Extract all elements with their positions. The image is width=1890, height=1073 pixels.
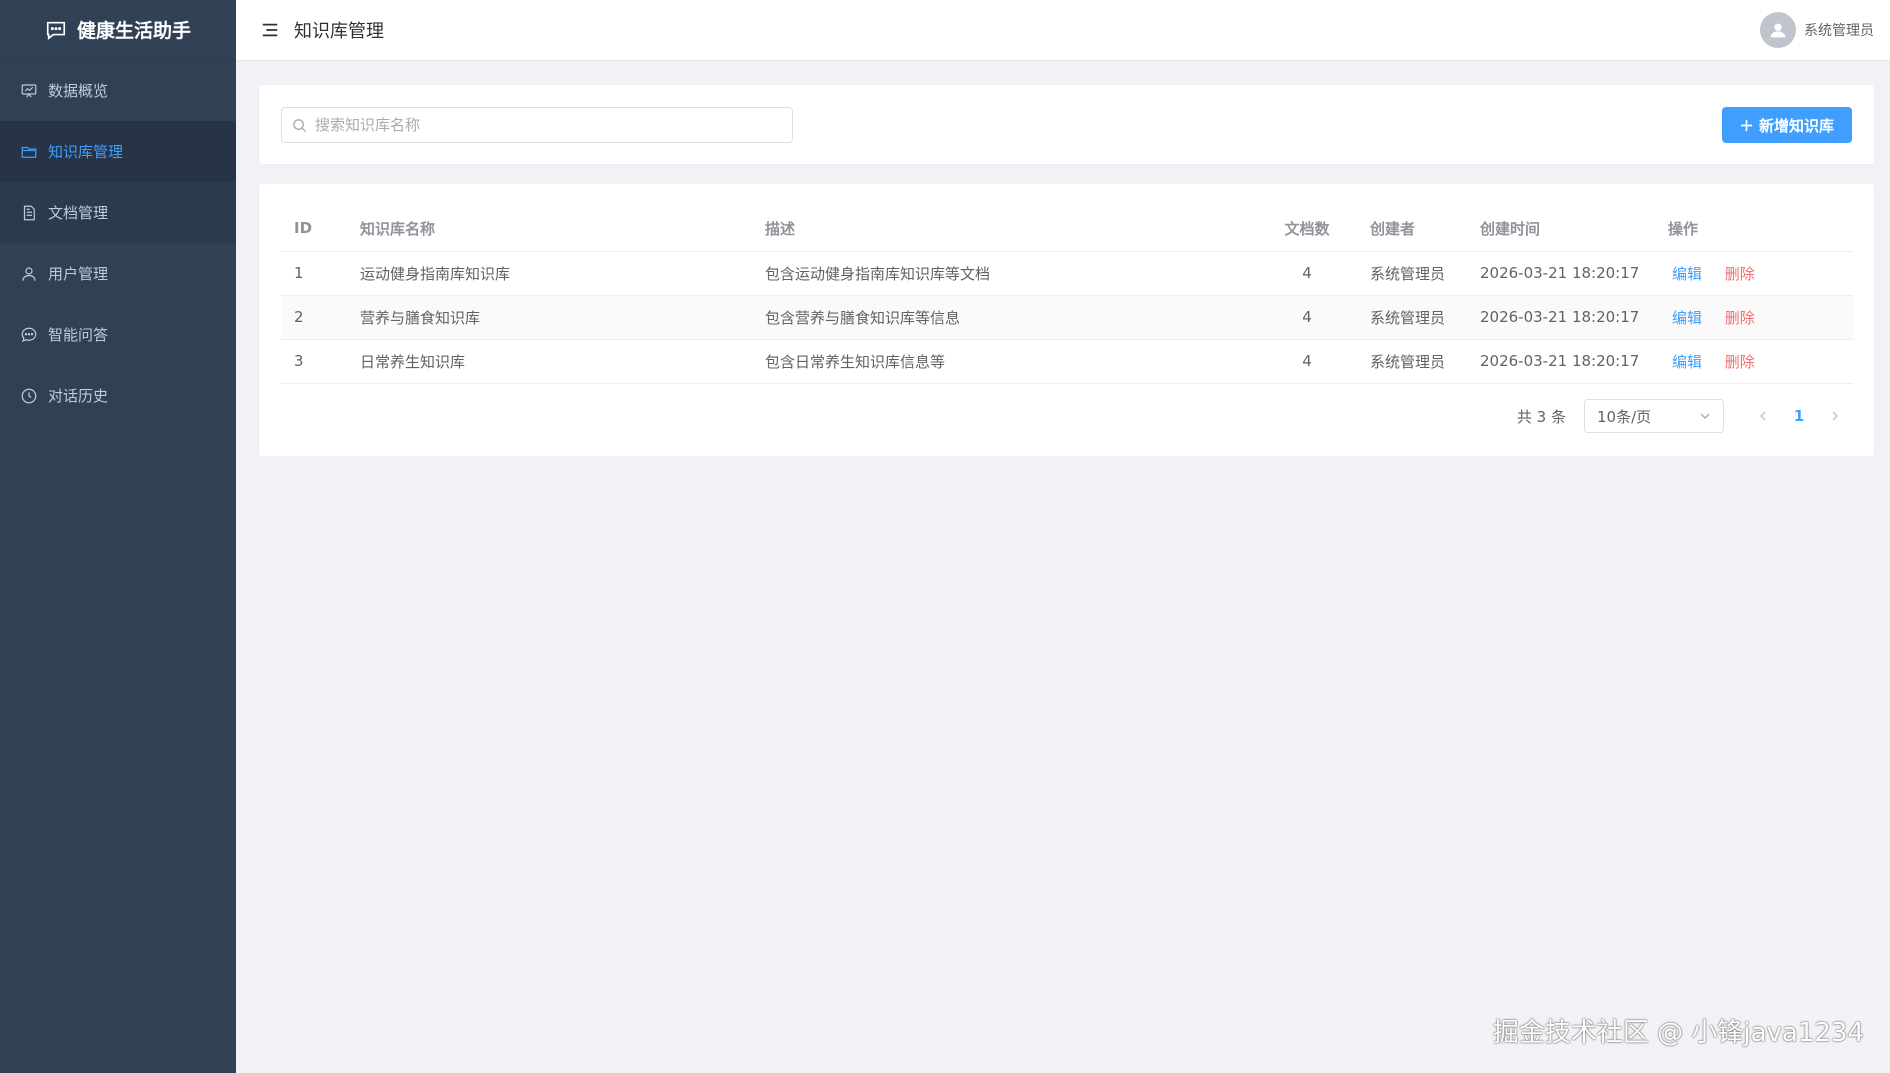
brand: 健康生活助手 <box>0 0 236 60</box>
table-row: 3 日常养生知识库 包含日常养生知识库信息等 4 系统管理员 2026-03-2… <box>281 339 1853 384</box>
column-header: 描述 <box>752 206 1257 252</box>
delete-button[interactable]: 删除 <box>1725 309 1755 327</box>
user-icon <box>22 266 36 281</box>
add-knowledge-base-button[interactable]: 新增知识库 <box>1721 107 1852 143</box>
edit-button[interactable]: 编辑 <box>1672 353 1702 371</box>
sidebar-item-dashboard[interactable]: 数据概览 <box>0 60 236 121</box>
sidebar-item-label: 用户管理 <box>48 265 109 283</box>
sidebar-menu: 数据概览 知识库管理 文档管理 用户管理 智能问答 对话历史 <box>0 60 236 426</box>
monitor-chart-icon <box>21 83 37 97</box>
chat-icon <box>21 327 37 342</box>
search-input[interactable] <box>315 116 775 134</box>
column-header: 文档数 <box>1257 206 1357 252</box>
search-box[interactable] <box>281 107 793 143</box>
cell-id: 2 <box>281 295 347 340</box>
column-header: 操作 <box>1655 206 1853 252</box>
add-button-label: 新增知识库 <box>1758 116 1834 135</box>
cell-name: 运动健身指南库知识库 <box>347 251 752 296</box>
sidebar-item-documents[interactable]: 文档管理 <box>0 182 236 243</box>
watermark: 掘金技术社区 @ 小锋java1234 <box>1492 1018 1864 1048</box>
search-card: 新增知识库 <box>258 84 1875 165</box>
cell-creator: 系统管理员 <box>1357 251 1467 296</box>
sidebar-item-label: 文档管理 <box>48 204 109 222</box>
cell-creator: 系统管理员 <box>1357 339 1467 384</box>
cell-actions: 编辑 删除 <box>1655 295 1853 340</box>
cell-creator: 系统管理员 <box>1357 295 1467 340</box>
avatar[interactable] <box>1760 12 1796 48</box>
delete-button[interactable]: 删除 <box>1725 353 1755 371</box>
pagination-total: 共 3 条 <box>1516 407 1566 426</box>
sidebar-item-qa[interactable]: 智能问答 <box>0 304 236 365</box>
folder-icon <box>21 146 37 158</box>
search-icon <box>293 118 307 132</box>
user-avatar-icon <box>1770 23 1786 38</box>
page-title: 知识库管理 <box>294 21 384 42</box>
page-number-button[interactable]: 1 <box>1784 401 1814 431</box>
chevron-right-icon <box>1832 411 1838 421</box>
table-row: 1 运动健身指南库知识库 包含运动健身指南库知识库等文档 4 系统管理员 202… <box>281 251 1853 296</box>
cell-doc-count: 4 <box>1257 295 1357 340</box>
cell-doc-count: 4 <box>1257 251 1357 296</box>
column-header: 知识库名称 <box>347 206 752 252</box>
document-icon <box>23 205 35 220</box>
knowledge-base-table: ID 知识库名称 描述 文档数 创建者 创建时间 操作 1 运动健身指南库知识库… <box>281 206 1853 384</box>
table-row: 2 营养与膳食知识库 包含营养与膳食知识库等信息 4 系统管理员 2026-03… <box>281 295 1853 340</box>
clock-icon <box>21 388 37 403</box>
pagination: 共 3 条 10条/页 1 <box>1517 399 1850 433</box>
cell-description: 包含日常养生知识库信息等 <box>752 339 1257 384</box>
plus-icon <box>1740 119 1753 131</box>
page-size-select[interactable]: 10条/页 <box>1584 399 1724 433</box>
column-header: 创建者 <box>1357 206 1467 252</box>
cell-description: 包含营养与膳食知识库等信息 <box>752 295 1257 340</box>
cell-name: 日常养生知识库 <box>347 339 752 384</box>
cell-created-time: 2026-03-21 18:20:17 <box>1467 251 1655 296</box>
chevron-left-icon <box>1760 411 1766 421</box>
cell-doc-count: 4 <box>1257 339 1357 384</box>
table-header-row: ID 知识库名称 描述 文档数 创建者 创建时间 操作 <box>281 206 1853 252</box>
next-page-button[interactable] <box>1820 401 1850 431</box>
menu-toggle-button[interactable] <box>260 20 280 40</box>
cell-actions: 编辑 删除 <box>1655 251 1853 296</box>
sidebar-item-label: 知识库管理 <box>48 143 124 161</box>
chevron-down-icon <box>1700 413 1710 419</box>
sidebar-item-users[interactable]: 用户管理 <box>0 243 236 304</box>
cell-name: 营养与膳食知识库 <box>347 295 752 340</box>
cell-actions: 编辑 删除 <box>1655 339 1853 384</box>
page-size-value: 10条/页 <box>1597 407 1652 426</box>
cell-description: 包含运动健身指南库知识库等文档 <box>752 251 1257 296</box>
sidebar-item-knowledge-base[interactable]: 知识库管理 <box>0 121 236 182</box>
sidebar-item-label: 对话历史 <box>48 387 109 405</box>
cell-id: 3 <box>281 339 347 384</box>
user-name: 系统管理员 <box>1804 23 1874 39</box>
edit-button[interactable]: 编辑 <box>1672 309 1702 327</box>
hamburger-icon <box>262 23 278 37</box>
user-menu[interactable]: 系统管理员 <box>1760 0 1874 60</box>
sidebar: 健康生活助手 数据概览 知识库管理 文档管理 用户管理 智能问答 对话历史 <box>0 0 236 1073</box>
brand-title: 健康生活助手 <box>76 20 191 42</box>
edit-button[interactable]: 编辑 <box>1672 265 1702 283</box>
sidebar-item-history[interactable]: 对话历史 <box>0 365 236 426</box>
column-header: ID <box>281 206 347 252</box>
sidebar-item-label: 数据概览 <box>48 82 109 100</box>
column-header: 创建时间 <box>1467 206 1655 252</box>
cell-created-time: 2026-03-21 18:20:17 <box>1467 295 1655 340</box>
prev-page-button[interactable] <box>1748 401 1778 431</box>
cell-created-time: 2026-03-21 18:20:17 <box>1467 339 1655 384</box>
delete-button[interactable]: 删除 <box>1725 265 1755 283</box>
top-header: 知识库管理 系统管理员 <box>236 0 1890 61</box>
cell-id: 1 <box>281 251 347 296</box>
sidebar-item-label: 智能问答 <box>48 326 109 344</box>
chat-square-icon <box>46 21 66 40</box>
table-card: ID 知识库名称 描述 文档数 创建者 创建时间 操作 1 运动健身指南库知识库… <box>258 183 1875 457</box>
